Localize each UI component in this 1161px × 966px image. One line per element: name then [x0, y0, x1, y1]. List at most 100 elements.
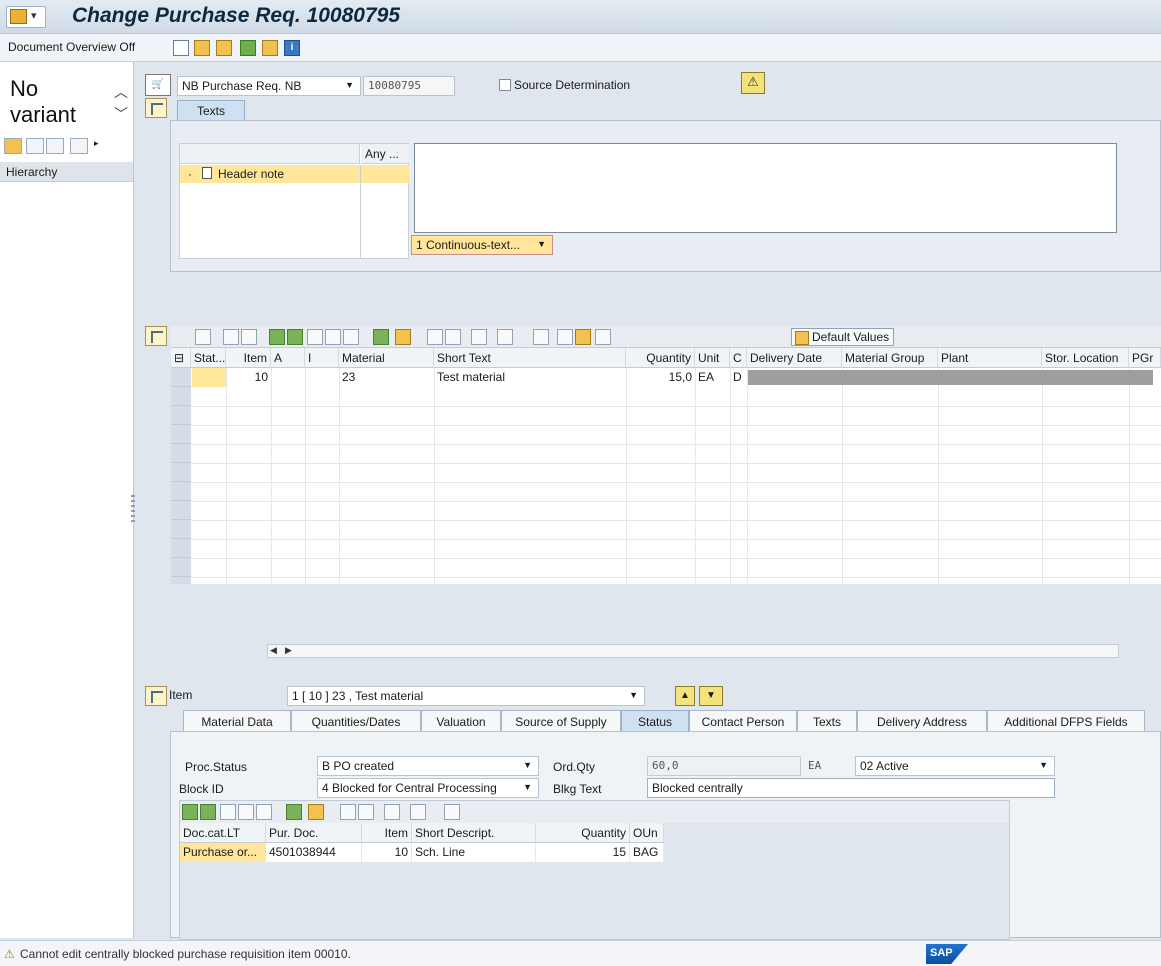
expand-icon[interactable]	[557, 329, 573, 345]
tab-delivery-address[interactable]: Delivery Address	[857, 710, 987, 732]
row-selector[interactable]	[171, 482, 191, 501]
column-header-item[interactable]: Item	[362, 823, 412, 843]
chevron-right-icon[interactable]: ▸	[94, 138, 99, 149]
cell-material[interactable]: 23	[339, 368, 434, 387]
row-selector[interactable]	[171, 558, 191, 577]
column-header-pgr[interactable]: PGr	[1129, 348, 1161, 368]
cell-item[interactable]: 10	[362, 843, 412, 862]
column-header-material[interactable]: Material	[339, 348, 434, 368]
scroll-up-icon[interactable]: ︿	[114, 82, 128, 102]
tree-icon[interactable]	[575, 329, 591, 345]
print-icon[interactable]	[427, 329, 443, 345]
row-selector[interactable]	[171, 387, 191, 406]
selection-icon[interactable]	[4, 138, 22, 154]
find-next-icon[interactable]	[238, 804, 254, 820]
source-determination-checkbox[interactable]: Source Determination	[499, 78, 630, 92]
text-editor[interactable]	[414, 143, 1117, 233]
copy-icon[interactable]	[26, 138, 44, 154]
scroll-right-icon[interactable]: ▶	[285, 645, 292, 656]
document-type-select[interactable]: NB Purchase Req. NB ▼	[177, 76, 361, 96]
column-header-plant[interactable]: Plant	[938, 348, 1042, 368]
print-icon[interactable]	[340, 804, 356, 820]
item-select[interactable]: 1 [ 10 ] 23 , Test material ▼	[287, 686, 645, 706]
tab-additional-dfps-fields[interactable]: Additional DFPS Fields	[987, 710, 1145, 732]
previous-item-button[interactable]: ▲	[675, 686, 695, 706]
cell-short-descript[interactable]: Sch. Line	[412, 843, 536, 862]
next-item-button[interactable]: ▼	[699, 686, 723, 706]
tab-status[interactable]: Status	[621, 710, 689, 732]
check-icon[interactable]	[240, 40, 256, 56]
sort-ascending-icon[interactable]	[182, 804, 198, 820]
row-selector[interactable]	[171, 520, 191, 539]
filter-icon[interactable]	[343, 329, 359, 345]
column-header-short-descript[interactable]: Short Descript.	[412, 823, 536, 843]
tab-texts[interactable]: Texts	[797, 710, 857, 732]
column-header-pur-doc[interactable]: Pur. Doc.	[266, 823, 362, 843]
cell-item[interactable]: 10	[226, 368, 271, 387]
cell-c[interactable]: D	[730, 368, 747, 387]
blkg-text-field[interactable]: Blocked centrally	[647, 778, 1055, 798]
column-header-item[interactable]: Item	[226, 348, 271, 368]
new-document-icon[interactable]	[173, 40, 189, 56]
info-icon[interactable]	[533, 329, 549, 345]
proc-status-select[interactable]: B PO created ▼	[317, 756, 539, 776]
row-selector[interactable]	[171, 463, 191, 482]
copy-row-icon[interactable]	[223, 329, 239, 345]
find-icon[interactable]	[220, 804, 236, 820]
views-icon[interactable]	[358, 804, 374, 820]
info-icon[interactable]	[444, 804, 460, 820]
column-header-a[interactable]: A	[271, 348, 305, 368]
scroll-left-icon[interactable]: ◀	[270, 645, 277, 656]
column-header-short-text[interactable]: Short Text	[434, 348, 626, 368]
column-header-unit[interactable]: Unit	[695, 348, 730, 368]
column-header-quantity[interactable]: Quantity	[626, 348, 695, 368]
subtotal-icon[interactable]	[308, 804, 324, 820]
find-icon[interactable]	[70, 138, 88, 154]
layout-icon[interactable]	[410, 804, 426, 820]
print-preview-icon[interactable]	[595, 329, 611, 345]
find-next-icon[interactable]	[325, 329, 341, 345]
other-document-icon[interactable]	[216, 40, 232, 56]
tab-source-of-supply[interactable]: Source of Supply	[501, 710, 621, 732]
panel-splitter[interactable]	[131, 495, 135, 525]
info-icon[interactable]: i	[284, 40, 300, 56]
row-selector[interactable]	[171, 368, 191, 387]
cell-unit[interactable]: EA	[695, 368, 730, 387]
tab-contact-person[interactable]: Contact Person	[689, 710, 797, 732]
row-selector[interactable]	[171, 425, 191, 444]
export-icon[interactable]	[471, 329, 487, 345]
scroll-down-icon[interactable]: ﹀	[114, 104, 128, 124]
column-header-stor-location[interactable]: Stor. Location	[1042, 348, 1129, 368]
filter-icon[interactable]	[256, 804, 272, 820]
warning-button[interactable]: ⚠	[741, 72, 765, 94]
display-change-icon[interactable]	[194, 40, 210, 56]
column-header-i[interactable]: I	[305, 348, 339, 368]
header-collapse-button[interactable]	[145, 98, 167, 118]
cell-pur-doc[interactable]: 4501038944	[266, 843, 362, 862]
refresh-icon[interactable]	[46, 138, 64, 154]
sort-descending-icon[interactable]	[287, 329, 303, 345]
cell-quantity[interactable]: 15	[536, 843, 630, 862]
default-values-button[interactable]: Default Values	[791, 328, 895, 346]
document-number-field[interactable]: 10080795	[363, 76, 455, 96]
sum-icon[interactable]	[373, 329, 389, 345]
sort-descending-icon[interactable]	[200, 804, 216, 820]
cell-quantity[interactable]: 15,0	[626, 368, 695, 387]
row-selector[interactable]	[171, 539, 191, 558]
delete-row-icon[interactable]	[241, 329, 257, 345]
document-overview-button[interactable]: Document Overview Off	[8, 40, 135, 54]
column-header-quantity[interactable]: Quantity	[536, 823, 630, 843]
text-format-select[interactable]: 1 Continuous-text... ▼	[411, 235, 553, 255]
cell-oun[interactable]: BAG	[630, 843, 664, 862]
views-icon[interactable]	[445, 329, 461, 345]
column-header-delivery-date[interactable]: Delivery Date	[747, 348, 842, 368]
horizontal-scrollbar[interactable]	[267, 644, 1119, 658]
sort-ascending-icon[interactable]	[269, 329, 285, 345]
column-header-doc-cat[interactable]: Doc.cat.LT	[180, 823, 266, 843]
status-message[interactable]: Cannot edit centrally blocked purchase r…	[20, 947, 351, 961]
details-icon[interactable]	[195, 329, 211, 345]
personal-settings-icon[interactable]	[262, 40, 278, 56]
cell-status[interactable]	[192, 368, 226, 387]
subtotal-icon[interactable]	[395, 329, 411, 345]
system-menu-button[interactable]: ▾	[6, 6, 46, 28]
